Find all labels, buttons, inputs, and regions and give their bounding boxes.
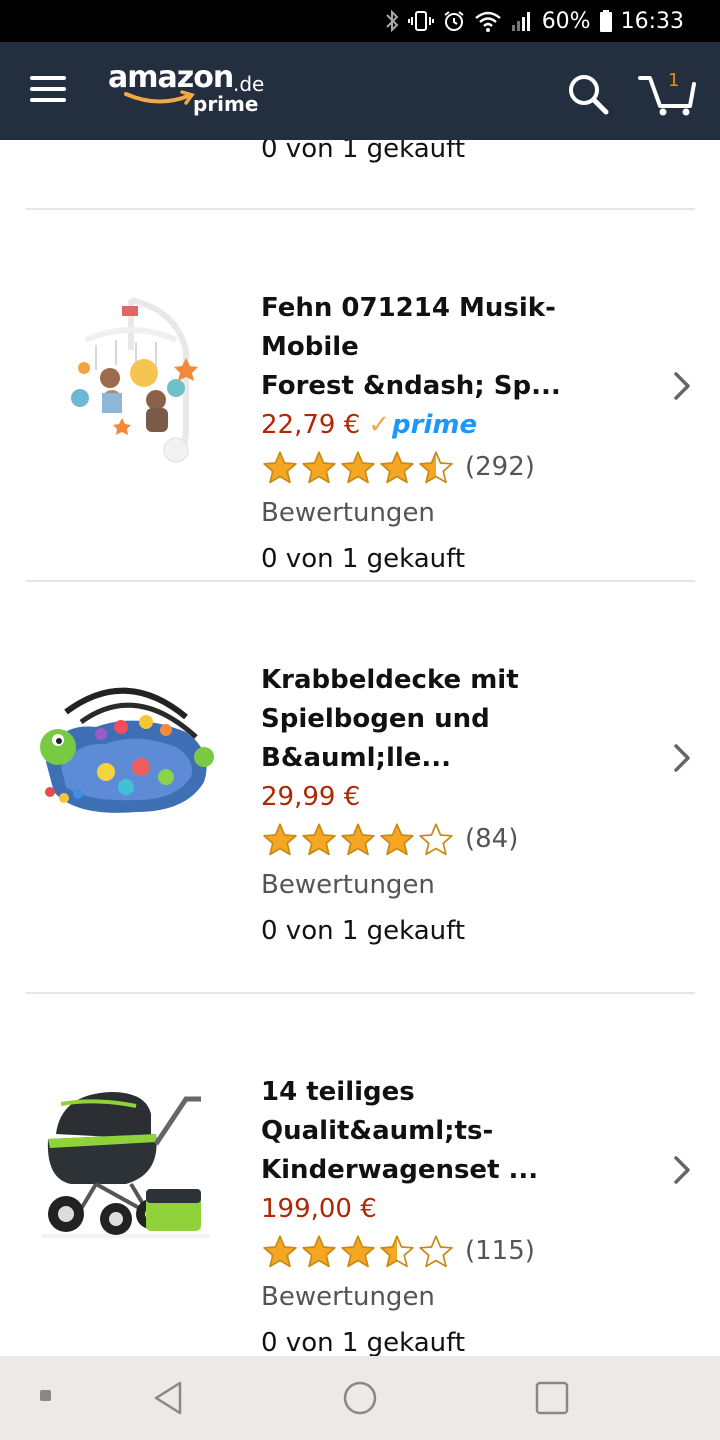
star-half-icon <box>380 1235 414 1268</box>
bought-status: 0 von 1 gekauft <box>261 916 466 946</box>
wifi-icon <box>474 7 502 35</box>
rating-row[interactable]: (115) <box>261 1228 651 1274</box>
recents-icon[interactable] <box>532 1378 572 1418</box>
rating-row[interactable]: (84) <box>261 816 651 862</box>
signal-icon <box>510 7 534 35</box>
status-icons: 60% 16:33 <box>384 6 684 36</box>
product-title[interactable]: 14 teiliges Qualit&auml;ts- Kinderwagens… <box>261 1073 651 1190</box>
chevron-right-icon[interactable] <box>668 366 696 406</box>
review-count: (292) <box>465 452 535 482</box>
product-list: 0 von 1 gekauft Fehn 071214 Musik-Mobile… <box>0 140 720 1356</box>
product-item-stroller[interactable]: 14 teiliges Qualit&auml;ts- Kinderwagens… <box>0 994 720 1356</box>
star-full-icon <box>380 823 414 856</box>
cart-count: 1 <box>668 70 680 91</box>
product-title-line: Forest &ndash; Sp... <box>261 371 561 401</box>
back-icon[interactable] <box>150 1378 190 1418</box>
review-count: (115) <box>465 1236 535 1266</box>
product-price: 22,79 € <box>261 410 361 440</box>
chevron-right-icon[interactable] <box>668 1150 696 1190</box>
product-title[interactable]: Krabbeldecke mit Spielbogen und B&auml;l… <box>261 661 651 778</box>
star-half-icon <box>419 451 453 484</box>
product-info: 14 teiliges Qualit&auml;ts- Kinderwagens… <box>261 1073 651 1356</box>
product-title[interactable]: Fehn 071214 Musik-Mobile Forest &ndash; … <box>261 289 651 406</box>
prime-check-icon: ✓ <box>368 410 391 440</box>
price-row: 29,99 € <box>261 778 651 816</box>
dot-icon[interactable] <box>28 1378 68 1418</box>
reviews-label: Bewertungen <box>261 498 435 528</box>
star-full-icon <box>380 451 414 484</box>
star-full-icon <box>263 451 297 484</box>
product-price: 199,00 € <box>261 1194 377 1224</box>
star-empty-icon <box>419 823 453 856</box>
bluetooth-icon <box>384 7 400 35</box>
product-price: 29,99 € <box>261 782 361 812</box>
amazon-prime-logo[interactable]: amazon .de prime <box>108 60 268 124</box>
home-icon[interactable] <box>340 1378 380 1418</box>
reviews-label: Bewertungen <box>261 1282 435 1312</box>
star-full-icon <box>263 1235 297 1268</box>
product-title-line: Krabbeldecke mit <box>261 665 519 695</box>
rating-row[interactable]: (292) <box>261 444 651 490</box>
vibrate-icon <box>407 7 434 35</box>
product-image-playmat <box>36 672 216 852</box>
star-full-icon <box>341 451 375 484</box>
review-count: (84) <box>465 824 519 854</box>
product-info: Fehn 071214 Musik-Mobile Forest &ndash; … <box>261 289 651 582</box>
prime-label: prime <box>392 410 478 440</box>
product-title-line: B&auml;lle... <box>261 743 452 773</box>
cart-icon[interactable]: 1 <box>638 68 698 118</box>
prime-badge: ✓ prime <box>368 410 477 440</box>
star-full-icon <box>302 823 336 856</box>
star-rating <box>261 1234 455 1268</box>
app-header: amazon .de prime 1 <box>0 42 720 140</box>
product-title-line: Spielbogen und <box>261 704 490 734</box>
star-full-icon <box>263 823 297 856</box>
star-empty-icon <box>419 1235 453 1268</box>
price-row: 199,00 € <box>261 1190 651 1228</box>
product-image-mobile <box>36 290 216 470</box>
bought-status: 0 von 1 gekauft <box>261 544 466 574</box>
system-nav-bar <box>0 1356 720 1440</box>
menu-icon[interactable] <box>30 76 68 106</box>
star-full-icon <box>302 451 336 484</box>
logo-smile-icon <box>124 90 195 105</box>
battery-icon <box>599 7 613 35</box>
star-full-icon <box>341 823 375 856</box>
price-row: 22,79 € ✓ prime <box>261 406 651 444</box>
product-image-stroller <box>36 1084 216 1264</box>
bought-status: 0 von 1 gekauft <box>261 1328 466 1356</box>
star-rating <box>261 450 455 484</box>
product-title-line: Kinderwagenset ... <box>261 1155 539 1185</box>
logo-sub: prime <box>193 92 259 116</box>
alarm-icon <box>442 7 466 35</box>
chevron-right-icon[interactable] <box>668 738 696 778</box>
product-item-mobile[interactable]: Fehn 071214 Musik-Mobile Forest &ndash; … <box>0 210 720 582</box>
product-title-line: Fehn 071214 Musik-Mobile <box>261 293 556 362</box>
star-rating <box>261 822 455 856</box>
reviews-label: Bewertungen <box>261 870 435 900</box>
product-info: Krabbeldecke mit Spielbogen und B&auml;l… <box>261 661 651 954</box>
status-bar: 60% 16:33 <box>0 0 720 42</box>
clock: 16:33 <box>620 8 684 34</box>
search-icon[interactable] <box>566 72 610 116</box>
battery-percent: 60% <box>541 8 591 34</box>
product-title-line: 14 teiliges Qualit&auml;ts- <box>261 1077 494 1146</box>
product-item-playmat[interactable]: Krabbeldecke mit Spielbogen und B&auml;l… <box>0 582 720 954</box>
star-full-icon <box>302 1235 336 1268</box>
partial-item-bought: 0 von 1 gekauft <box>261 140 466 164</box>
star-full-icon <box>341 1235 375 1268</box>
